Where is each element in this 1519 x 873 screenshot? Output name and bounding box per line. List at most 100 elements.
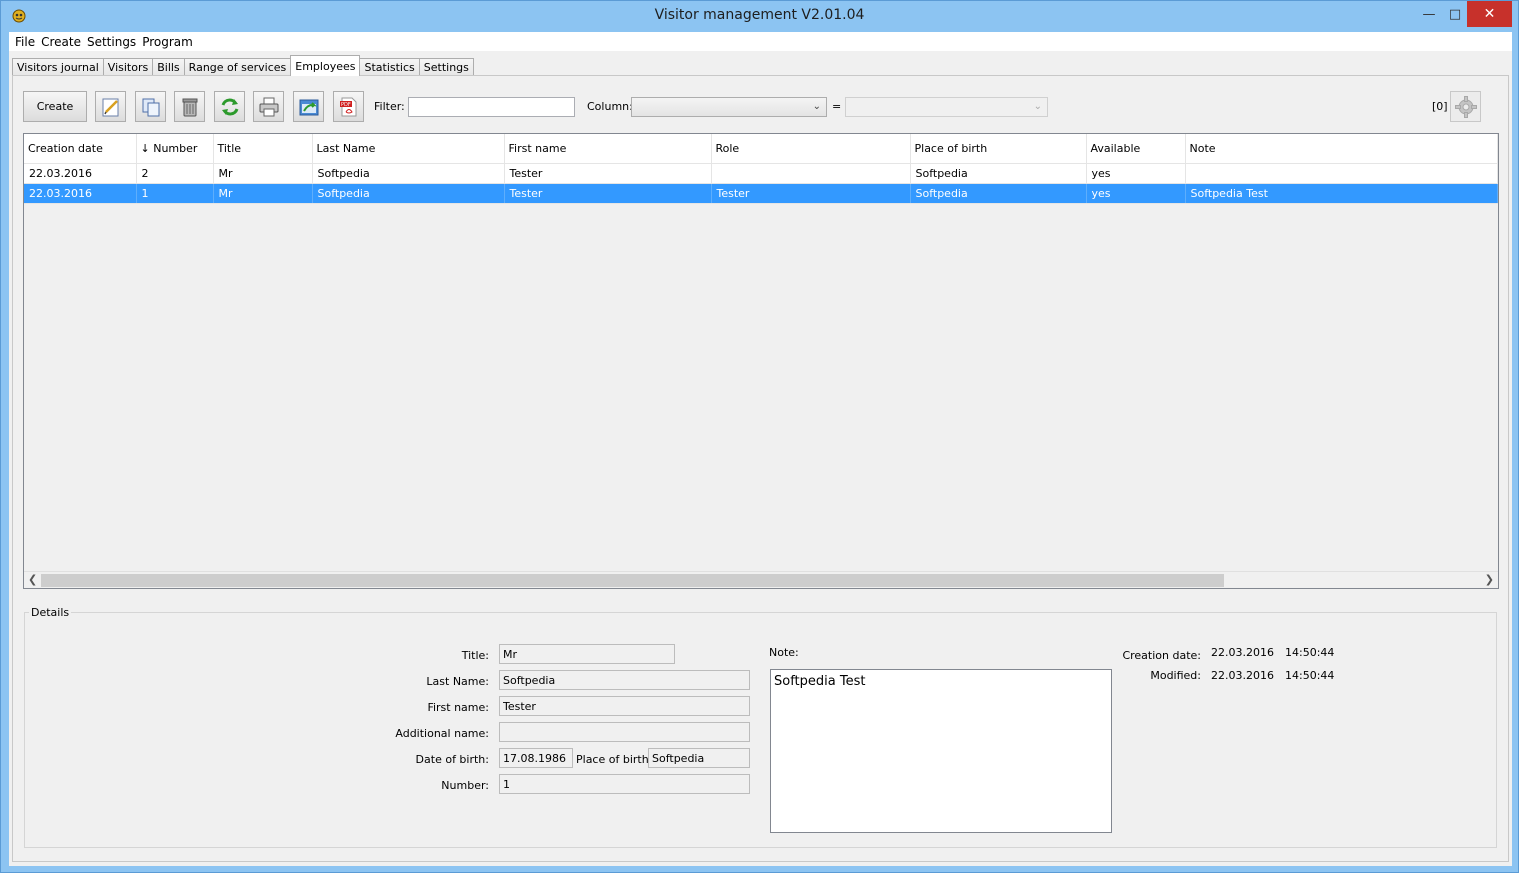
cell: Softpedia [312, 163, 505, 184]
note-textarea[interactable]: Softpedia Test [770, 669, 1112, 833]
cell: Tester [711, 183, 911, 204]
column-label: Column: [587, 100, 633, 113]
filter-input[interactable] [408, 97, 575, 117]
equals-label: = [832, 100, 842, 113]
tab-bar: Visitors journal Visitors Bills Range of… [12, 55, 474, 76]
modified-time-value: 14:50:44 [1285, 669, 1335, 682]
place-of-birth-label: Place of birth: [576, 753, 653, 766]
refresh-icon [221, 98, 238, 115]
col-available[interactable]: Available [1086, 134, 1186, 164]
menu-create[interactable]: Create [38, 35, 84, 49]
place-of-birth-field[interactable] [648, 748, 750, 768]
cell: Mr [213, 163, 313, 184]
create-button[interactable]: Create [23, 91, 87, 122]
pdf-button[interactable]: PDF [333, 91, 364, 122]
title-label: Title: [461, 649, 489, 662]
cell: Softpedia Test [1185, 183, 1498, 204]
export-button[interactable] [293, 91, 324, 122]
cell: 1 [136, 183, 214, 204]
date-of-birth-label: Date of birth: [415, 753, 489, 766]
edit-icon [102, 98, 118, 116]
value-select[interactable]: ⌄ [845, 97, 1048, 117]
cell: Mr [213, 183, 313, 204]
number-label: Number: [441, 779, 489, 792]
printer-icon [259, 97, 278, 116]
cell: Softpedia [910, 163, 1087, 184]
col-title[interactable]: Title [213, 134, 313, 164]
menu-file[interactable]: File [12, 35, 38, 49]
details-group [24, 612, 1497, 848]
filter-label: Filter: [374, 100, 405, 113]
cell [711, 163, 911, 184]
menu-program[interactable]: Program [139, 35, 196, 49]
cell: Tester [504, 163, 712, 184]
creation-date-label: Creation date: [1122, 649, 1201, 662]
app-window: Visitor management V2.01.04 — □ ✕ File C… [0, 0, 1519, 873]
copy-button[interactable] [135, 91, 166, 122]
tab-settings[interactable]: Settings [418, 58, 474, 76]
edit-button[interactable] [95, 91, 126, 122]
note-label: Note: [769, 646, 799, 659]
minimize-button[interactable]: — [1415, 1, 1443, 27]
title-bar[interactable]: Visitor management V2.01.04 — □ ✕ [1, 1, 1518, 31]
menu-bar: File Create Settings Program [9, 32, 1512, 51]
maximize-button[interactable]: □ [1441, 1, 1469, 27]
tab-visitors[interactable]: Visitors [102, 58, 154, 76]
date-of-birth-field[interactable] [499, 748, 573, 768]
copy-icon [142, 98, 159, 116]
column-select[interactable]: ⌄ [631, 97, 827, 117]
table-header: Creation date ↓ Number Title Last Name F… [24, 134, 1498, 164]
col-note[interactable]: Note [1185, 134, 1498, 164]
scroll-right-icon[interactable]: ❯ [1485, 573, 1494, 586]
table-row[interactable]: 22.03.2016 2 Mr Softpedia Tester Softped… [24, 163, 1498, 184]
delete-button[interactable] [174, 91, 205, 122]
cell: 22.03.2016 [24, 183, 137, 204]
svg-text:PDF: PDF [341, 102, 351, 108]
first-name-field[interactable] [499, 696, 750, 716]
additional-name-field[interactable] [499, 722, 750, 742]
col-last-name[interactable]: Last Name [312, 134, 505, 164]
employees-panel: Create PDF Filter: Column: ⌄ = ⌄ [0] Cre… [12, 75, 1509, 862]
tab-range-of-services[interactable]: Range of services [183, 58, 292, 76]
chevron-down-icon: ⌄ [1033, 101, 1042, 112]
scroll-thumb[interactable] [41, 574, 1224, 587]
last-name-field[interactable] [499, 670, 750, 690]
cell: Softpedia [910, 183, 1087, 204]
cell [1185, 163, 1498, 184]
employees-grid[interactable]: Creation date ↓ Number Title Last Name F… [23, 133, 1499, 589]
col-role[interactable]: Role [711, 134, 911, 164]
col-first-name[interactable]: First name [504, 134, 712, 164]
creation-time-value: 14:50:44 [1285, 646, 1335, 659]
additional-name-label: Additional name: [395, 727, 489, 740]
tab-employees[interactable]: Employees [290, 55, 361, 76]
title-field[interactable] [499, 644, 675, 664]
col-place-of-birth[interactable]: Place of birth [910, 134, 1087, 164]
modified-label: Modified: [1150, 669, 1201, 682]
horizontal-scrollbar[interactable]: ❮ ❯ [24, 571, 1498, 588]
table-row-selected[interactable]: 22.03.2016 1 Mr Softpedia Tester Tester … [24, 183, 1498, 204]
tab-visitors-journal[interactable]: Visitors journal [12, 58, 104, 76]
cell: yes [1086, 183, 1186, 204]
number-field[interactable] [499, 774, 750, 794]
details-legend: Details [29, 606, 72, 619]
trash-icon [182, 98, 197, 116]
export-icon [299, 99, 318, 115]
menu-settings[interactable]: Settings [84, 35, 139, 49]
col-number[interactable]: ↓ Number [136, 134, 214, 164]
cell: Softpedia [312, 183, 505, 204]
close-button[interactable]: ✕ [1467, 1, 1512, 27]
creation-date-value: 22.03.2016 [1211, 646, 1274, 659]
pdf-icon: PDF [339, 97, 356, 116]
cell: 2 [136, 163, 214, 184]
refresh-button[interactable] [214, 91, 245, 122]
print-button[interactable] [253, 91, 284, 122]
cell: yes [1086, 163, 1186, 184]
settings-button[interactable] [1450, 91, 1481, 122]
tab-statistics[interactable]: Statistics [359, 58, 420, 76]
col-creation-date[interactable]: Creation date [24, 134, 137, 164]
chevron-down-icon: ⌄ [812, 101, 821, 112]
modified-date-value: 22.03.2016 [1211, 669, 1274, 682]
tab-bills[interactable]: Bills [152, 58, 185, 76]
first-name-label: First name: [427, 701, 489, 714]
scroll-left-icon[interactable]: ❮ [28, 573, 37, 586]
